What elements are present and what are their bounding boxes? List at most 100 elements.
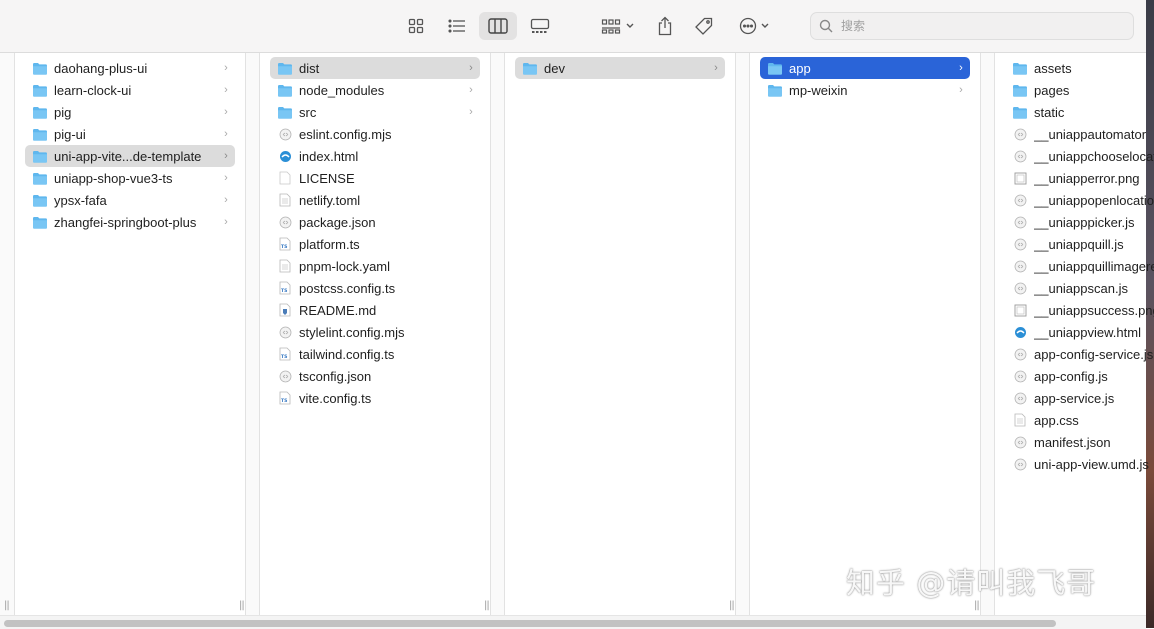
gallery-icon: [530, 18, 550, 33]
item-name: __uniapppicker.js: [1034, 214, 1135, 230]
file-row[interactable]: TS tailwind.config.ts: [270, 343, 480, 365]
group-by-button[interactable]: [597, 12, 639, 40]
folder-row[interactable]: pig-ui ›: [25, 123, 235, 145]
row-icon: [32, 61, 48, 75]
file-row[interactable]: index.html: [270, 145, 480, 167]
item-name: postcss.config.ts: [299, 280, 396, 296]
item-name: ypsx-fafa: [54, 192, 107, 208]
icon-view-button[interactable]: [402, 12, 430, 40]
folder-icon: [33, 128, 47, 141]
typescript-file-icon: TS: [279, 391, 291, 405]
file-row[interactable]: TS platform.ts: [270, 233, 480, 255]
file-row[interactable]: TS vite.config.ts: [270, 387, 480, 409]
column-resize-handle[interactable]: ||: [4, 600, 10, 611]
file-row[interactable]: __uniapppicker.js: [1005, 211, 1154, 233]
column-resize-handle[interactable]: ||: [484, 600, 490, 611]
item-name: node_modules: [299, 82, 385, 98]
finder-toolbar: [0, 0, 1146, 53]
list-view-button[interactable]: [443, 12, 471, 40]
file-row[interactable]: __uniappview.html: [1005, 321, 1154, 343]
file-row[interactable]: TS postcss.config.ts: [270, 277, 480, 299]
tags-button[interactable]: [690, 12, 718, 40]
file-row[interactable]: __uniappchooselocation: [1005, 145, 1154, 167]
folder-row[interactable]: node_modules ›: [270, 79, 480, 101]
folder-row[interactable]: learn-clock-ui ›: [25, 79, 235, 101]
scrollbar-thumb[interactable]: [4, 620, 1056, 627]
file-row[interactable]: __uniappquill.js: [1005, 233, 1154, 255]
file-row[interactable]: netlify.toml: [270, 189, 480, 211]
item-name: app.css: [1034, 412, 1079, 428]
file-row[interactable]: uni-app-view.umd.js: [1005, 453, 1154, 475]
file-row[interactable]: app-config-service.js: [1005, 343, 1154, 365]
search-field[interactable]: [810, 12, 1134, 40]
item-name: __uniappchooselocation: [1034, 148, 1154, 164]
folder-row[interactable]: zhangfei-springboot-plus ›: [25, 211, 235, 233]
folder-row[interactable]: src ›: [270, 101, 480, 123]
file-row[interactable]: __uniappscan.js: [1005, 277, 1154, 299]
folder-row[interactable]: daohang-plus-ui ›: [25, 57, 235, 79]
folder-row[interactable]: pages: [1005, 79, 1154, 101]
row-icon: [1012, 105, 1028, 119]
folder-row[interactable]: static: [1005, 101, 1154, 123]
row-icon: [1012, 83, 1028, 97]
file-row[interactable]: __uniappquillimageresize: [1005, 255, 1154, 277]
chevron-right-icon: ›: [224, 172, 228, 184]
folder-row[interactable]: mp-weixin ›: [760, 79, 970, 101]
columns-icon: [488, 18, 508, 34]
item-name: tailwind.config.ts: [299, 346, 395, 362]
chevron-down-icon: [761, 23, 768, 28]
row-icon: [1012, 215, 1028, 229]
folder-icon: [33, 150, 47, 163]
item-name: index.html: [299, 148, 359, 164]
script-file-icon: [279, 128, 291, 140]
file-row[interactable]: pnpm-lock.yaml: [270, 255, 480, 277]
folder-icon: [523, 62, 537, 75]
gallery-view-button[interactable]: [525, 12, 555, 40]
folder-row[interactable]: dist ›: [270, 57, 480, 79]
share-button[interactable]: [652, 12, 678, 40]
row-icon: [277, 369, 293, 383]
row-icon: [1012, 149, 1028, 163]
file-row[interactable]: app.css: [1005, 409, 1154, 431]
file-row[interactable]: stylelint.config.mjs: [270, 321, 480, 343]
script-file-icon: [1014, 370, 1026, 382]
file-row[interactable]: package.json: [270, 211, 480, 233]
column-resize-handle[interactable]: ||: [729, 600, 735, 611]
file-row[interactable]: app-config.js: [1005, 365, 1154, 387]
file-row[interactable]: eslint.config.mjs: [270, 123, 480, 145]
folder-row[interactable]: ypsx-fafa ›: [25, 189, 235, 211]
column-view-button[interactable]: [479, 12, 517, 40]
file-row[interactable]: LICENSE: [270, 167, 480, 189]
item-name: pig-ui: [54, 126, 86, 142]
column-gutter: [736, 53, 750, 615]
folder-row[interactable]: uniapp-shop-vue3-ts ›: [25, 167, 235, 189]
file-row[interactable]: app-service.js: [1005, 387, 1154, 409]
more-actions-button[interactable]: [733, 12, 775, 40]
search-input[interactable]: [839, 18, 1123, 34]
row-icon: [277, 259, 293, 273]
folder-row[interactable]: assets: [1005, 57, 1154, 79]
file-row[interactable]: __uniapperror.png: [1005, 167, 1154, 189]
column-resize-handle[interactable]: ||: [239, 600, 245, 611]
list-icon: [448, 19, 465, 33]
item-name: app: [789, 60, 811, 76]
file-row[interactable]: manifest.json: [1005, 431, 1154, 453]
folder-icon: [768, 84, 782, 97]
file-row[interactable]: __uniappsuccess.png: [1005, 299, 1154, 321]
file-row[interactable]: __uniappopenlocation: [1005, 189, 1154, 211]
folder-icon: [1013, 62, 1027, 75]
file-row[interactable]: README.md: [270, 299, 480, 321]
script-file-icon: [1014, 238, 1026, 250]
row-icon: [1012, 127, 1028, 141]
file-row[interactable]: tsconfig.json: [270, 365, 480, 387]
folder-row[interactable]: uni-app-vite...de-template ›: [25, 145, 235, 167]
folder-row[interactable]: app ›: [760, 57, 970, 79]
row-icon: [277, 83, 293, 97]
file-row[interactable]: __uniappautomator: [1005, 123, 1154, 145]
folder-row[interactable]: dev ›: [515, 57, 725, 79]
item-name: mp-weixin: [789, 82, 848, 98]
horizontal-scrollbar[interactable]: [0, 615, 1146, 629]
folder-row[interactable]: pig ›: [25, 101, 235, 123]
row-icon: [1012, 61, 1028, 75]
item-name: dist: [299, 60, 320, 76]
